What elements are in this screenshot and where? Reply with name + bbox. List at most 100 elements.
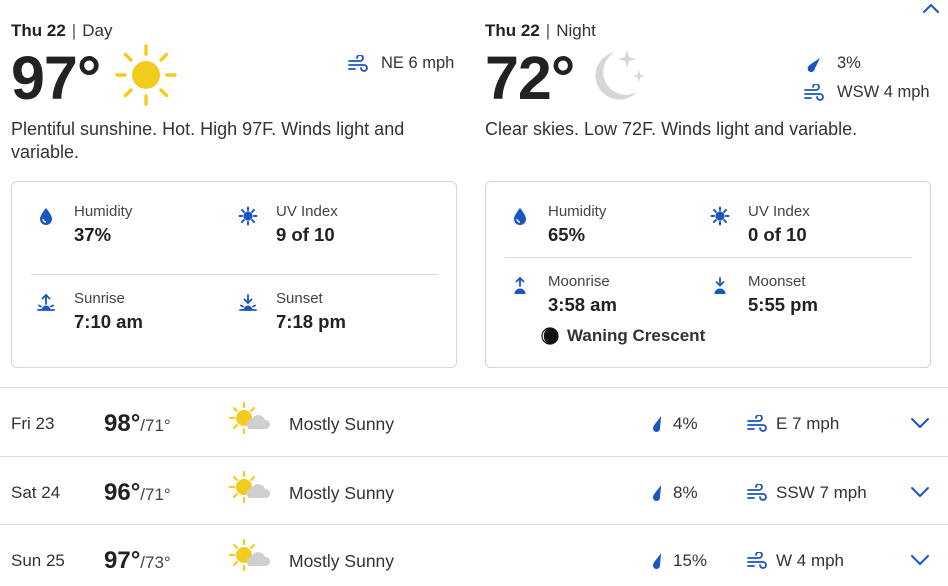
forecast-date: Fri 23 xyxy=(11,414,55,433)
forecast-precip-value: 15% xyxy=(673,551,708,570)
forecast-wind: E 7 mph xyxy=(746,414,839,434)
chevron-up-icon xyxy=(923,4,939,13)
mostly-sunny-icon xyxy=(228,470,271,511)
forecast-wind-value: E 7 mph xyxy=(776,414,840,433)
night-wind-value: WSW 4 mph xyxy=(837,83,930,101)
forecast-row[interactable]: Fri 23 98°/71° Mostly Sunny 4% E 7 mph xyxy=(0,387,948,456)
sunrise-icon xyxy=(36,293,56,313)
humidity-label: Humidity xyxy=(74,203,133,220)
forecast-low: /71° xyxy=(140,416,171,435)
day-wind: NE 6 mph xyxy=(347,54,454,73)
day-wind-value: NE 6 mph xyxy=(381,54,455,72)
forecast-list: Fri 23 98°/71° Mostly Sunny 4% E 7 mph S… xyxy=(0,387,948,586)
wind-icon xyxy=(747,415,767,432)
forecast-temps: 96°/71° xyxy=(104,479,171,507)
expand-button[interactable] xyxy=(909,416,931,430)
humidity-drop-icon xyxy=(36,206,56,226)
raindrop-icon xyxy=(653,484,661,501)
chevron-down-icon xyxy=(911,486,929,497)
humidity-label: Humidity xyxy=(548,203,607,220)
chevron-down-icon xyxy=(911,555,929,565)
forecast-condition: Mostly Sunny xyxy=(289,551,395,571)
uv-label: UV Index xyxy=(748,203,810,220)
expand-button[interactable] xyxy=(909,485,931,499)
mostly-sunny-icon xyxy=(228,401,271,442)
forecast-high: 97° xyxy=(104,547,141,574)
forecast-wind: W 4 mph xyxy=(746,551,844,571)
uv-value: 9 of 10 xyxy=(276,224,335,245)
day-temperature: 97° xyxy=(11,44,101,112)
uv-sun-icon xyxy=(238,206,258,226)
forecast-low: /73° xyxy=(140,553,171,572)
forecast-condition: Mostly Sunny xyxy=(289,482,395,503)
wind-icon xyxy=(747,483,767,501)
forecast-precip: 4% xyxy=(650,414,698,434)
raindrop-icon xyxy=(803,55,825,73)
forecast-temps: 97°/73° xyxy=(104,547,171,575)
sunset-label: Sunset xyxy=(276,290,323,307)
waning-crescent-icon xyxy=(541,327,559,345)
expand-button[interactable] xyxy=(909,553,931,567)
uv-value: 0 of 10 xyxy=(748,224,807,245)
night-title: Thu 22 | Night xyxy=(485,21,596,40)
forecast-high: 98° xyxy=(104,410,141,437)
day-details-card: Humidity 37% UV Index 9 of 10 Sunrise 7:… xyxy=(11,181,457,368)
uv-sun-icon xyxy=(710,206,730,226)
humidity-value: 37% xyxy=(74,224,112,245)
forecast-wind-value: SSW 7 mph xyxy=(776,482,867,502)
forecast-wind: SSW 7 mph xyxy=(746,483,867,503)
moonrise-value: 3:58 am xyxy=(548,294,617,315)
night-date: Thu 22 xyxy=(485,21,540,40)
forecast-date: Sun 25 xyxy=(11,551,65,570)
humidity-drop-icon xyxy=(510,206,530,226)
card-divider xyxy=(505,257,912,258)
sunny-icon xyxy=(115,44,177,111)
day-title: Thu 22 | Day xyxy=(11,21,113,40)
forecast-date: Sat 24 xyxy=(11,482,61,502)
forecast-row[interactable]: Sat 24 96°/71° Mostly Sunny 8% SSW 7 mph xyxy=(0,455,948,525)
moonrise-icon xyxy=(510,276,530,296)
raindrop-icon xyxy=(653,553,661,569)
moon-phase: Waning Crescent xyxy=(541,326,705,346)
sunset-icon xyxy=(238,293,258,313)
chevron-down-icon xyxy=(911,418,929,428)
night-temperature: 72° xyxy=(485,44,575,112)
night-precip-value: 3% xyxy=(837,54,861,72)
moonrise-label: Moonrise xyxy=(548,273,610,290)
forecast-temps: 98°/71° xyxy=(104,410,171,438)
wind-icon xyxy=(747,552,767,569)
day-date: Thu 22 xyxy=(11,21,66,40)
night-period: Night xyxy=(556,21,596,40)
mostly-sunny-icon xyxy=(228,538,271,579)
forecast-condition: Mostly Sunny xyxy=(289,414,395,434)
wind-icon xyxy=(803,83,825,102)
humidity-value: 65% xyxy=(548,224,586,245)
clear-night-icon xyxy=(585,44,651,111)
moonset-value: 5:55 pm xyxy=(748,294,818,315)
night-wind: WSW 4 mph xyxy=(803,83,930,102)
raindrop-icon xyxy=(653,416,661,432)
forecast-precip-value: 4% xyxy=(673,414,698,433)
moonset-icon xyxy=(710,276,730,296)
forecast-precip: 15% xyxy=(650,551,707,571)
sunset-value: 7:18 pm xyxy=(276,311,346,332)
sunrise-value: 7:10 am xyxy=(74,311,143,332)
forecast-precip-value: 8% xyxy=(673,482,698,502)
night-summary: Clear skies. Low 72F. Winds light and va… xyxy=(485,119,858,139)
night-details-card: Humidity 65% UV Index 0 of 10 Moonrise 3… xyxy=(485,181,931,368)
wind-icon xyxy=(347,54,369,73)
uv-label: UV Index xyxy=(276,203,338,220)
day-summary: Plentiful sunshine. Hot. High 97F. Winds… xyxy=(11,119,405,162)
forecast-row[interactable]: Sun 25 97°/73° Mostly Sunny 15% W 4 mph xyxy=(0,524,948,586)
collapse-button[interactable] xyxy=(918,0,944,16)
moonset-label: Moonset xyxy=(748,273,806,290)
forecast-high: 96° xyxy=(104,478,141,506)
moon-phase-label: Waning Crescent xyxy=(567,326,706,345)
night-precip: 3% xyxy=(803,54,861,73)
forecast-precip: 8% xyxy=(650,483,698,503)
forecast-low: /71° xyxy=(140,484,171,504)
card-divider xyxy=(31,274,438,275)
sunrise-label: Sunrise xyxy=(74,290,125,307)
day-period: Day xyxy=(82,21,113,40)
forecast-wind-value: W 4 mph xyxy=(776,551,845,570)
